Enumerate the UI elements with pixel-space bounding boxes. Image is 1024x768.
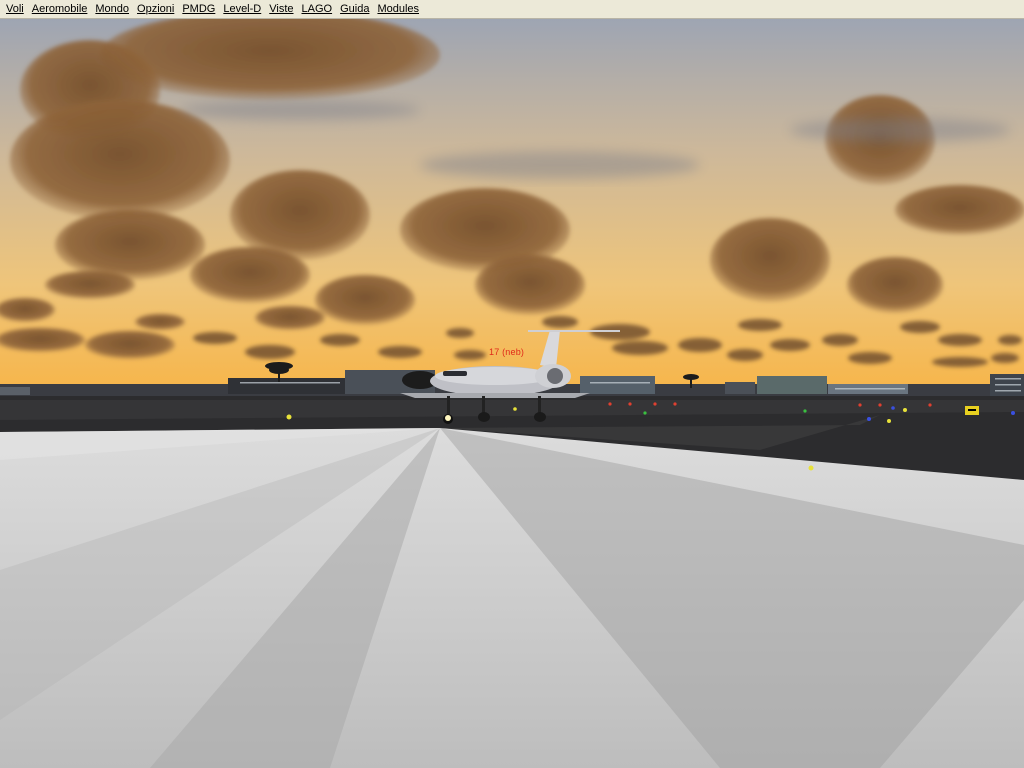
- menu-lago[interactable]: LAGO: [298, 0, 337, 18]
- menu-pmdg[interactable]: PMDG: [178, 0, 219, 18]
- menu-level-d[interactable]: Level-D: [219, 0, 265, 18]
- menu-opzioni[interactable]: Opzioni: [133, 0, 178, 18]
- menu-bar: Voli Aeromobile Mondo Opzioni PMDG Level…: [0, 0, 1024, 19]
- simulator-viewport[interactable]: 17 (neb): [0, 19, 1024, 768]
- aircraft-label: 17 (neb): [489, 347, 525, 357]
- taxiway-sign-icon: [965, 406, 979, 415]
- menu-voli[interactable]: Voli: [2, 0, 28, 18]
- menu-mondo[interactable]: Mondo: [91, 0, 133, 18]
- menu-aeromobile[interactable]: Aeromobile: [28, 0, 92, 18]
- menu-modules[interactable]: Modules: [373, 0, 423, 18]
- menu-guida[interactable]: Guida: [336, 0, 373, 18]
- menu-viste[interactable]: Viste: [265, 0, 297, 18]
